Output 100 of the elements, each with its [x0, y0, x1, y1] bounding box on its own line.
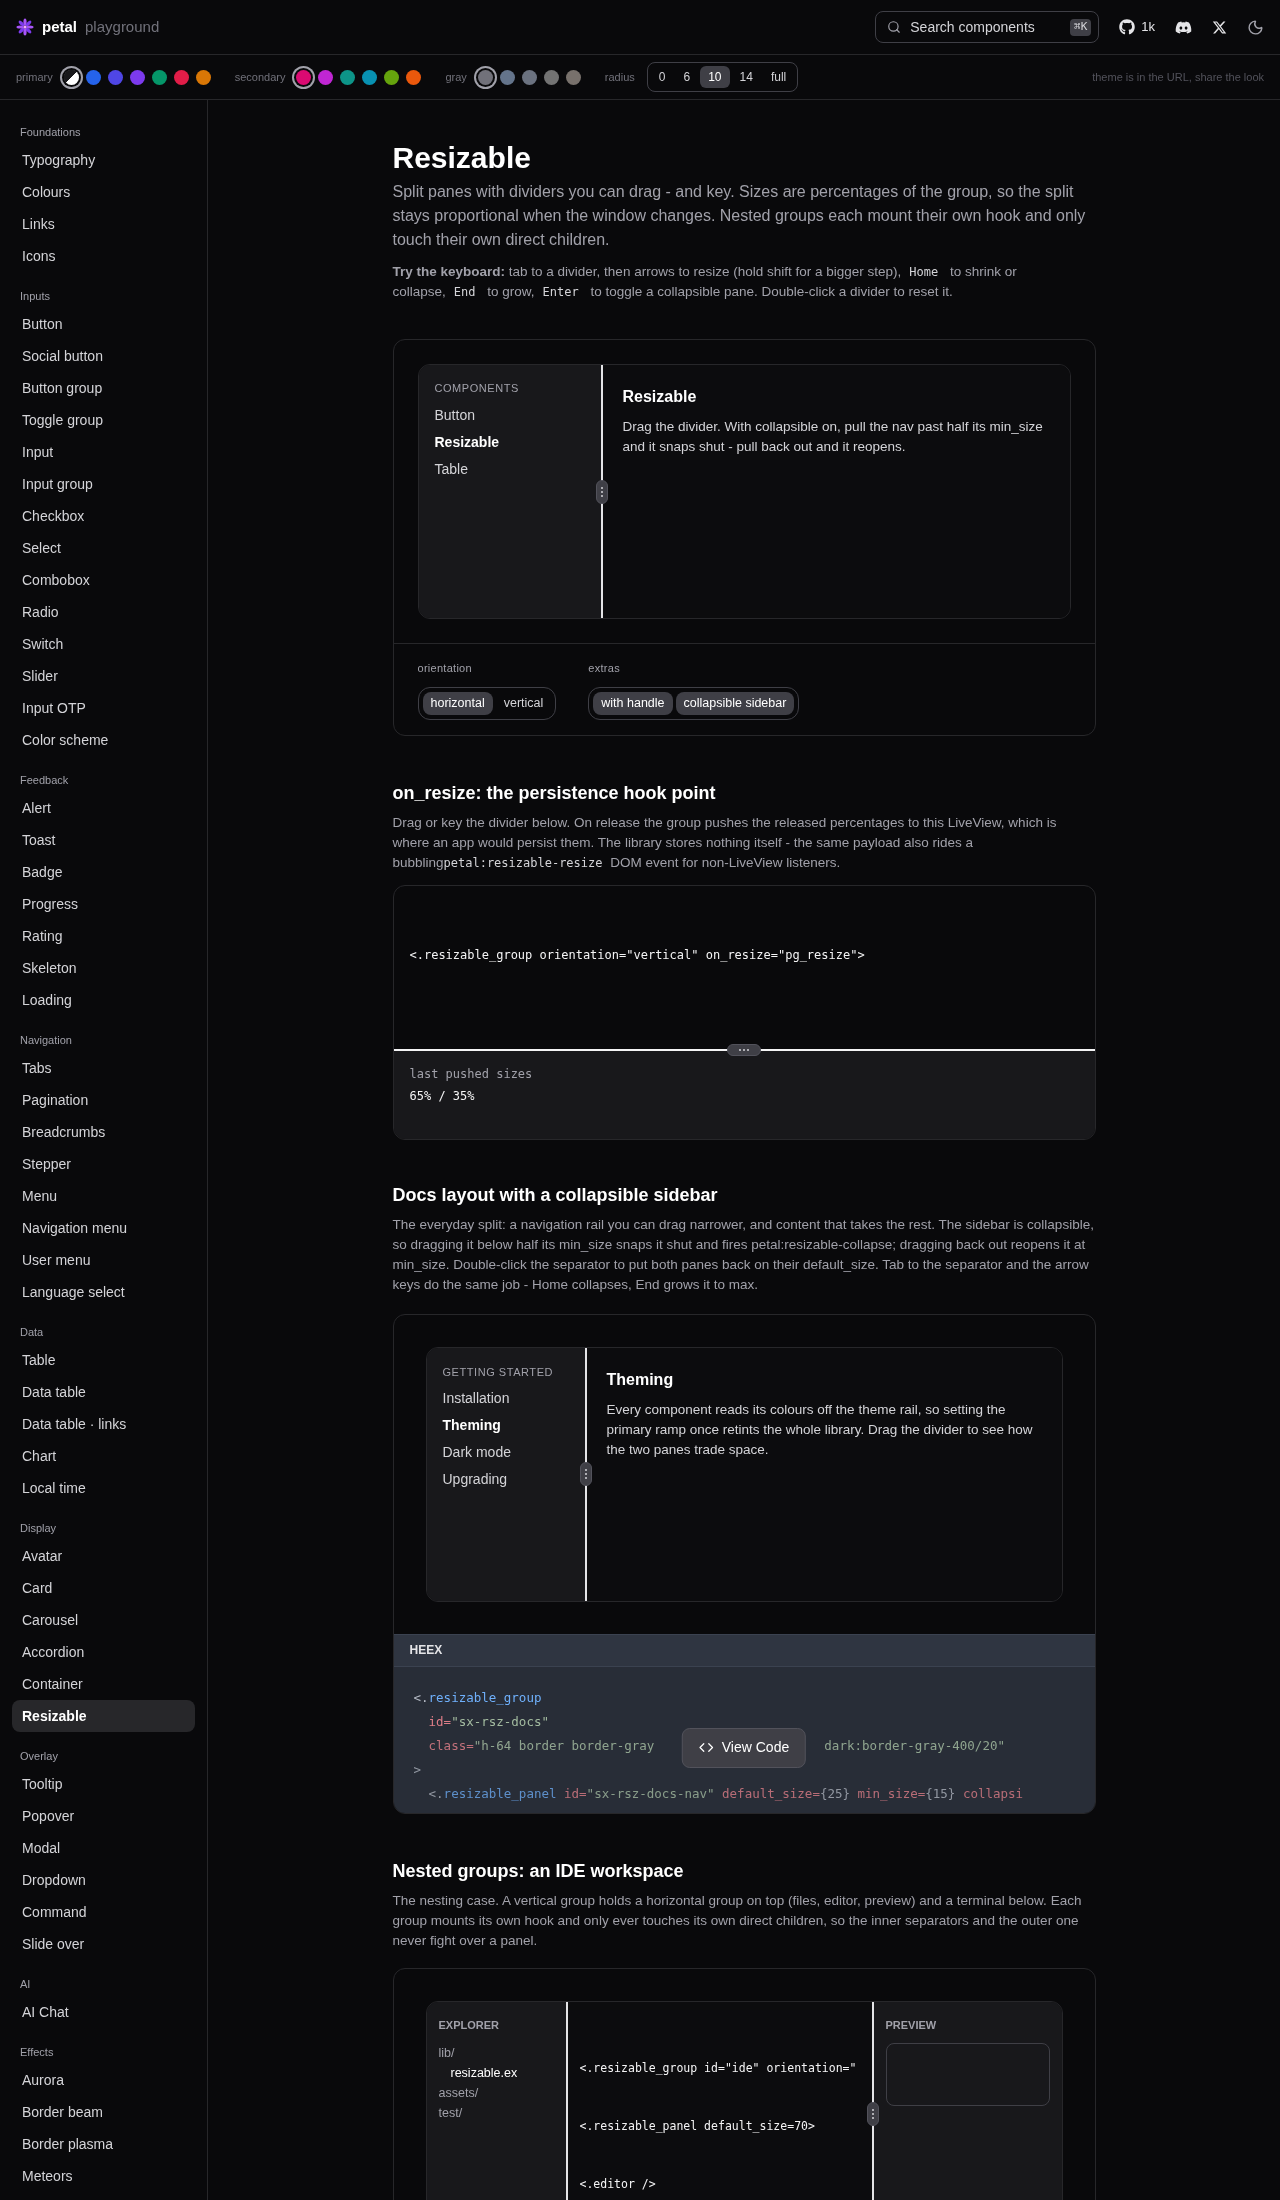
sidebar-item[interactable]: Button	[12, 308, 195, 340]
sidebar-item[interactable]: Input OTP	[12, 692, 195, 724]
sidebar-item[interactable]: Stepper	[12, 1148, 195, 1180]
color-swatch[interactable]	[340, 69, 356, 85]
nav-link[interactable]: Resizable	[434, 431, 585, 453]
color-swatch[interactable]	[499, 69, 515, 85]
color-swatch[interactable]	[565, 69, 581, 85]
color-swatch[interactable]	[107, 69, 123, 85]
sidebar-item[interactable]: Alert	[12, 792, 195, 824]
sidebar-item[interactable]: Modal	[12, 1832, 195, 1864]
sidebar-item[interactable]: Pagination	[12, 1084, 195, 1116]
radius-option[interactable]: 14	[731, 66, 761, 88]
code-line: <.resizable_group	[413, 1689, 542, 1708]
color-swatch[interactable]	[129, 69, 145, 85]
sidebar-item[interactable]: Combobox	[12, 564, 195, 596]
sidebar-item[interactable]: Radio	[12, 596, 195, 628]
sidebar-item[interactable]: Select	[12, 532, 195, 564]
option-button[interactable]: vertical	[495, 691, 552, 715]
sidebar-item[interactable]: Popover	[12, 1800, 195, 1832]
sidebar-item[interactable]: Data table	[12, 1376, 195, 1408]
sidebar-item[interactable]: Dropdown	[12, 1864, 195, 1896]
sidebar-item[interactable]: Table	[12, 1344, 195, 1376]
sidebar-item[interactable]: Skeleton	[12, 952, 195, 984]
sidebar-item[interactable]: Color scheme	[12, 724, 195, 756]
github-link[interactable]: 1k	[1119, 17, 1155, 37]
sidebar-item[interactable]: Links	[12, 208, 195, 240]
sidebar-item[interactable]: Social button	[12, 340, 195, 372]
file-item[interactable]: test/	[438, 2103, 554, 2123]
nav-link[interactable]: Upgrading	[442, 1469, 569, 1490]
sidebar-item[interactable]: Progress	[12, 888, 195, 920]
sidebar-item[interactable]: Badge	[12, 856, 195, 888]
sidebar-item[interactable]: Command	[12, 1896, 195, 1928]
x-icon[interactable]	[1212, 19, 1227, 35]
sidebar-item[interactable]: Rating	[12, 920, 195, 952]
color-swatch[interactable]	[543, 69, 559, 85]
color-swatch[interactable]	[195, 69, 211, 85]
sidebar-item[interactable]: Button group	[12, 372, 195, 404]
sidebar-item[interactable]: Container	[12, 1668, 195, 1700]
sidebar-item[interactable]: Avatar	[12, 1540, 195, 1572]
radius-option[interactable]: 0	[650, 66, 674, 88]
option-button[interactable]: horizontal	[422, 691, 493, 715]
sidebar-item[interactable]: Local time	[12, 1472, 195, 1504]
sidebar-item[interactable]: Card	[12, 1572, 195, 1604]
radius-option[interactable]: full	[762, 66, 795, 88]
radius-option[interactable]: 6	[675, 66, 699, 88]
file-item[interactable]: lib/	[438, 2043, 554, 2063]
color-swatch[interactable]	[318, 69, 334, 85]
sidebar-item[interactable]: Slider	[12, 660, 195, 692]
nav-link[interactable]: Theming	[442, 1415, 569, 1436]
sidebar-item[interactable]: Toast	[12, 824, 195, 856]
file-item[interactable]: assets/	[438, 2083, 554, 2103]
sidebar-item[interactable]: Breadcrumbs	[12, 1116, 195, 1148]
view-code-button[interactable]: View Code	[681, 1727, 807, 1768]
color-swatch[interactable]	[85, 69, 101, 85]
resize-handle[interactable]	[727, 1043, 761, 1056]
color-swatch[interactable]	[151, 69, 167, 85]
sidebar-item[interactable]: Typography	[12, 144, 195, 176]
sidebar-item[interactable]: Slide over	[12, 1928, 195, 1960]
sidebar-item[interactable]: Border plasma	[12, 2128, 195, 2160]
option-button[interactable]: collapsible sidebar	[675, 691, 795, 715]
sidebar-item[interactable]: Language select	[12, 1276, 195, 1308]
sidebar-item[interactable]: Switch	[12, 628, 195, 660]
code-line: dark:border-gray-400/20"	[824, 1737, 1005, 1756]
file-item[interactable]: resizable.ex	[450, 2063, 554, 2083]
color-swatch[interactable]	[406, 69, 422, 85]
radius-option[interactable]: 10	[700, 66, 730, 88]
sidebar-item[interactable]: Data table · links	[12, 1408, 195, 1440]
sidebar-item[interactable]: Icons	[12, 240, 195, 272]
nav-link[interactable]: Installation	[442, 1388, 569, 1409]
sidebar-item[interactable]: Colours	[12, 176, 195, 208]
sidebar-item[interactable]: Accordion	[12, 1636, 195, 1668]
sidebar-item[interactable]: Input	[12, 436, 195, 468]
sidebar-item[interactable]: Tabs	[12, 1052, 195, 1084]
code-line: <.resizable_group id="ide" orientation="	[579, 2059, 858, 2077]
sidebar-item[interactable]: Menu	[12, 1180, 195, 1212]
sidebar-item[interactable]: Chart	[12, 1440, 195, 1472]
sidebar-item[interactable]: Navigation menu	[12, 1212, 195, 1244]
sidebar-section-title: Overlay	[19, 1748, 59, 1764]
sidebar-item[interactable]: Checkbox	[12, 500, 195, 532]
sidebar-item[interactable]: Loading	[12, 984, 195, 1016]
option-button[interactable]: with handle	[593, 691, 673, 715]
sidebar-item[interactable]: Tooltip	[12, 1768, 195, 1800]
sidebar-item[interactable]: Border beam	[12, 2096, 195, 2128]
sidebar-item[interactable]: Toggle group	[12, 404, 195, 436]
sidebar-item[interactable]: Carousel	[12, 1604, 195, 1636]
sidebar-item[interactable]: Input group	[12, 468, 195, 500]
sidebar-item[interactable]: Aurora	[12, 2064, 195, 2096]
dark-mode-icon[interactable]	[1247, 18, 1264, 36]
sidebar-item[interactable]: Resizable	[12, 1700, 195, 1732]
nav-link[interactable]: Table	[434, 458, 585, 480]
nav-link[interactable]: Dark mode	[442, 1442, 569, 1463]
radius-label: radius	[604, 69, 635, 85]
color-swatch[interactable]	[173, 69, 189, 85]
color-swatch[interactable]	[362, 69, 378, 85]
sidebar-item[interactable]: User menu	[12, 1244, 195, 1276]
color-swatch[interactable]	[521, 69, 537, 85]
sidebar-item[interactable]: Meteors	[12, 2160, 195, 2192]
nav-link[interactable]: Button	[434, 404, 585, 426]
sidebar-item[interactable]: AI Chat	[12, 1996, 195, 2028]
color-swatch[interactable]	[384, 69, 400, 85]
